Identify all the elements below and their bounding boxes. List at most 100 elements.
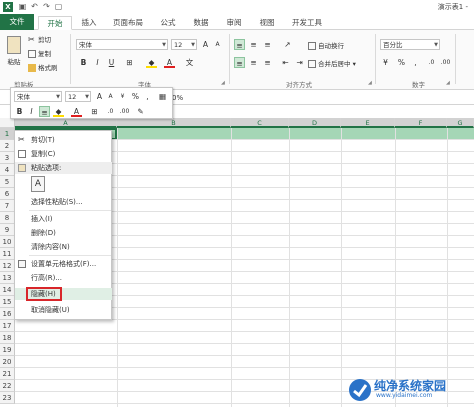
mini-italic-button[interactable]: I xyxy=(26,106,37,117)
number-dialog-launcher-icon[interactable]: ◢ xyxy=(446,80,450,86)
underline-button[interactable]: U xyxy=(106,57,117,68)
menu-item-copy[interactable]: 复制(C) xyxy=(15,148,112,160)
bold-button[interactable]: B xyxy=(78,57,89,68)
row-header[interactable]: 8 xyxy=(0,212,15,224)
paste-option-icon[interactable]: A xyxy=(31,176,45,192)
row-header[interactable]: 23 xyxy=(0,392,15,404)
column-header-G[interactable]: G xyxy=(447,118,474,128)
row-header[interactable]: 15 xyxy=(0,296,15,308)
align-right-button[interactable]: ≡ xyxy=(262,57,273,68)
row-header[interactable]: 12 xyxy=(0,260,15,272)
mini-borders-button[interactable]: ⊞ xyxy=(89,106,100,117)
row-header[interactable]: 17 xyxy=(0,320,15,332)
row-header[interactable]: 3 xyxy=(0,152,15,164)
redo-icon[interactable]: ↷ xyxy=(42,2,51,11)
accounting-format-button[interactable]: ¥ xyxy=(380,57,391,68)
mini-accounting-format-button[interactable]: ¥ xyxy=(117,91,128,102)
undo-icon[interactable]: ↶ xyxy=(30,2,39,11)
tab-file[interactable]: 文件 xyxy=(0,14,34,30)
column-header-A[interactable]: A xyxy=(15,118,117,128)
align-center-button[interactable]: ≡ xyxy=(248,57,259,68)
row-header[interactable]: 2 xyxy=(0,140,15,152)
number-format-select[interactable]: 百分比 ▼ xyxy=(380,39,440,50)
mini-font-color-button[interactable]: A xyxy=(71,106,82,117)
row-header[interactable]: 13 xyxy=(0,272,15,284)
formula-input[interactable]: 0% xyxy=(172,94,183,102)
copy-button[interactable]: 复制 xyxy=(28,48,51,58)
paste-button[interactable]: 粘贴 xyxy=(4,34,24,74)
row-header[interactable]: 19 xyxy=(0,344,15,356)
new-file-icon[interactable]: ▢ xyxy=(54,2,63,11)
row-header[interactable]: 6 xyxy=(0,188,15,200)
mini-fill-color-button[interactable]: ◆ xyxy=(53,106,64,117)
phonetic-button[interactable]: 文 xyxy=(184,57,195,68)
menu-item-format-cells[interactable]: 设置单元格格式(F)... xyxy=(15,258,112,270)
font-dialog-launcher-icon[interactable]: ◢ xyxy=(221,80,225,86)
row-header[interactable]: 7 xyxy=(0,200,15,212)
column-header-F[interactable]: F xyxy=(395,118,447,128)
italic-button[interactable]: I xyxy=(92,57,103,68)
increase-decimal-button[interactable]: .0 xyxy=(426,57,437,68)
menu-item-paste-special[interactable]: 选择性粘贴(S)... xyxy=(15,196,112,208)
tab-formulas[interactable]: 公式 xyxy=(155,16,181,30)
align-bottom-button[interactable]: ≡ xyxy=(262,39,273,50)
comma-style-button[interactable]: , xyxy=(410,57,421,68)
format-painter-button[interactable]: 格式刷 xyxy=(28,62,58,72)
row-header[interactable]: 4 xyxy=(0,164,15,176)
column-header-E[interactable]: E xyxy=(341,118,395,128)
percent-button[interactable]: % xyxy=(396,57,407,68)
row-header[interactable]: 22 xyxy=(0,380,15,392)
align-left-button[interactable]: ≡ xyxy=(234,57,245,68)
mini-bold-button[interactable]: B xyxy=(14,106,25,117)
tab-developer[interactable]: 开发工具 xyxy=(287,16,327,30)
increase-indent-button[interactable]: ⇥ xyxy=(294,57,305,68)
mini-shrink-font-button[interactable]: A xyxy=(105,91,116,102)
mini-comma-style-button[interactable]: , xyxy=(142,91,153,102)
grow-font-button[interactable]: A xyxy=(200,39,211,50)
tab-view[interactable]: 视图 xyxy=(254,16,280,30)
row-header[interactable]: 10 xyxy=(0,236,15,248)
row-header[interactable]: 1 xyxy=(0,128,15,140)
orientation-button[interactable]: ↗ xyxy=(282,39,293,50)
tab-home[interactable]: 开始 xyxy=(38,16,72,30)
fill-color-button[interactable]: ◆ xyxy=(146,57,157,68)
menu-item-clear-contents[interactable]: 清除内容(N) xyxy=(15,241,112,253)
mini-grow-font-button[interactable]: A xyxy=(94,91,105,102)
mini-increase-decimal-button[interactable]: .0 xyxy=(105,106,116,117)
row-header[interactable]: 9 xyxy=(0,224,15,236)
mini-percent-button[interactable]: % xyxy=(130,91,141,102)
mini-decrease-decimal-button[interactable]: .00 xyxy=(119,106,130,117)
save-icon[interactable]: ▣ xyxy=(18,2,27,11)
column-header-C[interactable]: C xyxy=(231,118,289,128)
mini-align-center-button[interactable]: ≡ xyxy=(39,106,50,117)
tab-insert[interactable]: 插入 xyxy=(76,16,102,30)
menu-item-cut[interactable]: ✂ 剪切(T) xyxy=(15,134,112,146)
mini-font-size-select[interactable]: 12 ▼ xyxy=(65,91,91,102)
shrink-font-button[interactable]: A xyxy=(212,39,223,50)
column-header-D[interactable]: D xyxy=(289,118,341,128)
tab-page-layout[interactable]: 页面布局 xyxy=(108,16,148,30)
decrease-decimal-button[interactable]: .00 xyxy=(440,57,451,68)
decrease-indent-button[interactable]: ⇤ xyxy=(280,57,291,68)
mini-format-painter-icon[interactable]: ✎ xyxy=(135,106,146,117)
mini-font-name-select[interactable]: 宋体 ▼ xyxy=(14,91,62,102)
column-header-B[interactable]: B xyxy=(117,118,231,128)
select-all-corner[interactable] xyxy=(0,118,15,128)
merge-center-button[interactable]: 合并后居中 ▾ xyxy=(308,58,356,68)
font-size-select[interactable]: 12 ▼ xyxy=(171,39,197,50)
row-header[interactable]: 14 xyxy=(0,284,15,296)
borders-button[interactable]: ⊞ xyxy=(124,57,135,68)
font-color-button[interactable]: A xyxy=(164,57,175,68)
align-middle-button[interactable]: ≡ xyxy=(248,39,259,50)
align-top-button[interactable]: ≡ xyxy=(234,39,245,50)
tab-review[interactable]: 审阅 xyxy=(221,16,247,30)
menu-item-delete[interactable]: 删除(D) xyxy=(15,227,112,239)
row-header[interactable]: 18 xyxy=(0,332,15,344)
alignment-dialog-launcher-icon[interactable]: ◢ xyxy=(368,80,372,86)
menu-item-insert[interactable]: 插入(I) xyxy=(15,213,112,225)
row-header[interactable]: 16 xyxy=(0,308,15,320)
row-header[interactable]: 21 xyxy=(0,368,15,380)
wrap-text-button[interactable]: 自动换行 xyxy=(308,40,344,50)
row-header[interactable]: 5 xyxy=(0,176,15,188)
font-name-select[interactable]: 宋体 ▼ xyxy=(76,39,168,50)
